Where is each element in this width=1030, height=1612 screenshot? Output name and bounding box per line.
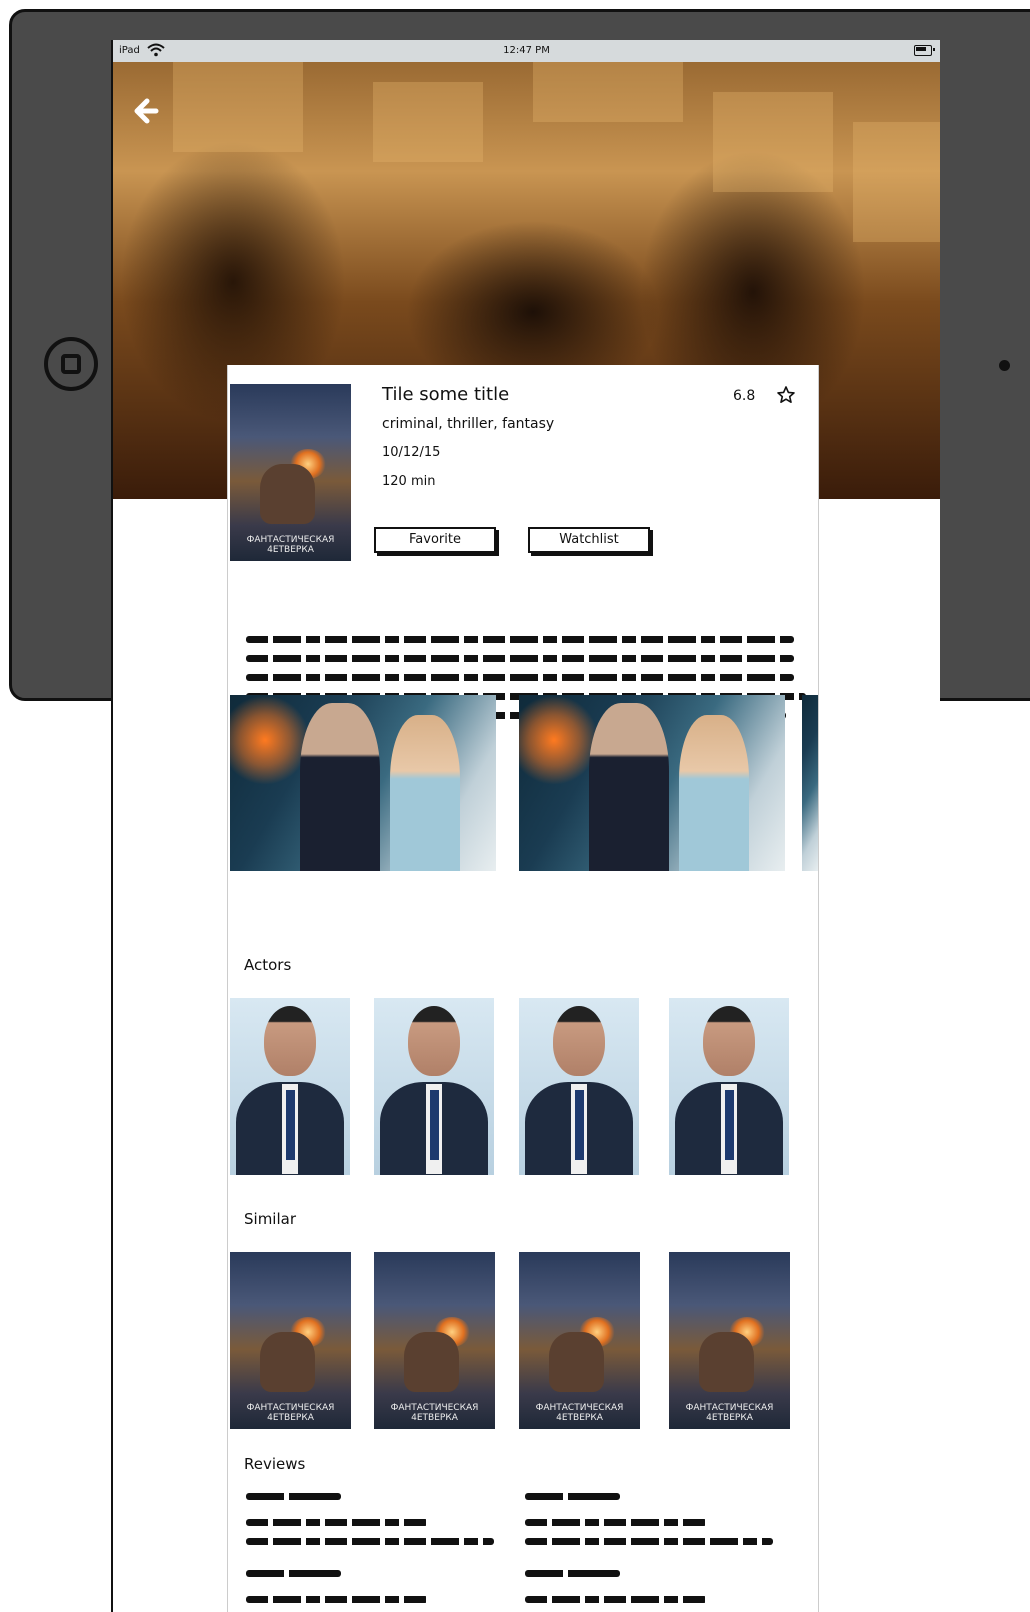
actor-photo[interactable] [230,998,350,1175]
reviews-heading: Reviews [244,1455,306,1473]
rating-value: 6.8 [733,388,756,404]
movie-genres: criminal, thriller, fantasy [382,416,555,432]
similar-movie-poster[interactable]: ФАНТАСТИЧЕСКАЯ 4ЕТВЕРКА [230,1252,351,1429]
similar-movie-poster[interactable]: ФАНТАСТИЧЕСКАЯ 4ЕТВЕРКА [374,1252,495,1429]
media-still[interactable] [519,695,785,871]
movie-details-card: ФАНТАСТИЧЕСКАЯ 4ЕТВЕРКА Tile some title … [227,365,819,1612]
similar-movie-poster[interactable]: ФАНТАСТИЧЕСКАЯ 4ЕТВЕРКА [669,1252,790,1429]
runtime: 120 min [382,474,436,489]
actors-heading: Actors [244,956,292,974]
star-icon[interactable] [776,385,796,405]
status-bar: iPad 12:47 PM [113,40,940,62]
favorite-button[interactable]: Favorite [374,527,496,553]
actor-photo[interactable] [519,998,639,1175]
release-date: 10/12/15 [382,445,441,460]
media-still-partial[interactable] [802,695,818,871]
similar-heading: Similar [244,1210,296,1228]
similar-movie-poster[interactable]: ФАНТАСТИЧЕСКАЯ 4ЕТВЕРКА [519,1252,640,1429]
watchlist-button[interactable]: Watchlist [528,527,650,553]
home-button-icon[interactable] [44,337,98,391]
movie-poster: ФАНТАСТИЧЕСКАЯ 4ЕТВЕРКА [230,384,351,561]
actor-photo[interactable] [374,998,494,1175]
media-still[interactable] [230,695,496,871]
actor-photo[interactable] [669,998,789,1175]
camera-dot [999,360,1010,371]
movie-title: Tile some title [382,384,510,405]
back-arrow-icon[interactable] [129,96,159,126]
battery-icon [914,45,935,56]
app-screen: iPad 12:47 PM ФАНТАСТИЧЕСКАЯ 4ЕТВЕРКА Ti… [111,40,940,1612]
clock: 12:47 PM [503,45,550,56]
